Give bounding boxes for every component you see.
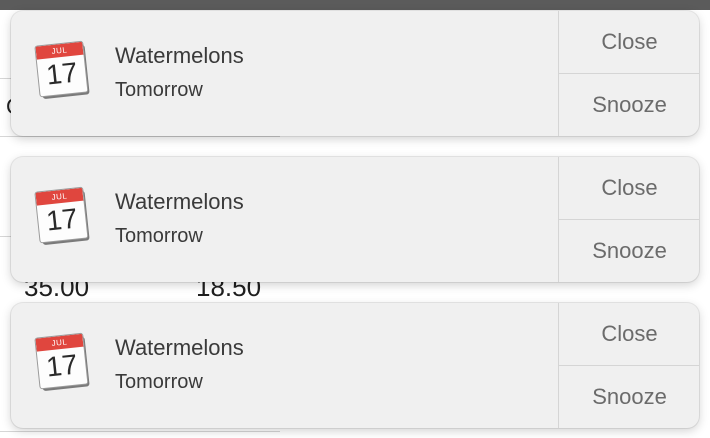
- notification-actions: Close Snooze: [558, 11, 699, 136]
- calendar-icon-day: 17: [44, 202, 79, 237]
- divider: [0, 136, 280, 137]
- close-button[interactable]: Close: [559, 11, 699, 74]
- notification-title: Watermelons: [115, 43, 244, 68]
- window-title-bar: [0, 0, 710, 10]
- notification-card[interactable]: JUL 17 Watermelons Tomorrow Close Snooze: [11, 303, 699, 428]
- notification-title: Watermelons: [115, 189, 244, 214]
- notification-card[interactable]: JUL 17 Watermelons Tomorrow Close Snooze: [11, 157, 699, 282]
- close-button[interactable]: Close: [559, 303, 699, 366]
- calendar-icon: JUL 17: [34, 186, 91, 247]
- notification-actions: Close Snooze: [558, 157, 699, 282]
- notification-subtitle: Tomorrow: [115, 79, 203, 101]
- divider: [0, 431, 280, 432]
- calendar-icon-day: 17: [44, 348, 79, 383]
- notification-subtitle: Tomorrow: [115, 225, 203, 247]
- snooze-button[interactable]: Snooze: [559, 220, 699, 282]
- notification-subtitle: Tomorrow: [115, 371, 203, 393]
- notification-content[interactable]: JUL 17 Watermelons Tomorrow: [11, 157, 558, 282]
- notification-title: Watermelons: [115, 335, 244, 360]
- calendar-icon-day: 17: [44, 56, 79, 91]
- notification-content[interactable]: JUL 17 Watermelons Tomorrow: [11, 303, 558, 428]
- calendar-icon: JUL 17: [34, 332, 91, 393]
- snooze-button[interactable]: Snooze: [559, 366, 699, 428]
- notification-actions: Close Snooze: [558, 303, 699, 428]
- close-button[interactable]: Close: [559, 157, 699, 220]
- calendar-icon: JUL 17: [34, 40, 91, 101]
- snooze-button[interactable]: Snooze: [559, 74, 699, 136]
- notification-card[interactable]: JUL 17 Watermelons Tomorrow Close Snooze: [11, 11, 699, 136]
- notification-content[interactable]: JUL 17 Watermelons Tomorrow: [11, 11, 558, 136]
